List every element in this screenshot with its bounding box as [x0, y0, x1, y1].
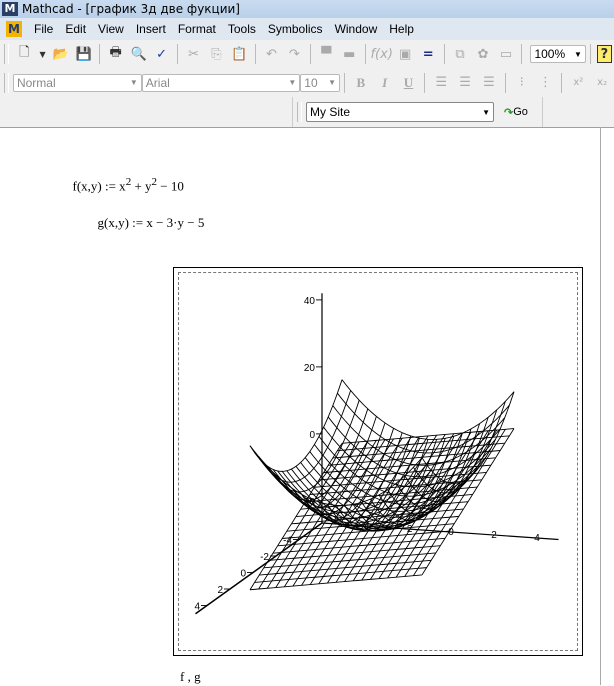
- z-tick-label: -20: [301, 497, 316, 508]
- right-axis-tick-label: -2: [404, 524, 413, 535]
- right-axis-tick-label: 4: [534, 533, 540, 544]
- right-axis-tick-label: 0: [448, 527, 454, 538]
- surface-f-gridline: [258, 390, 352, 483]
- left-axis-tick-label: 0: [240, 569, 246, 580]
- left-axis-tick-label: 4: [194, 602, 200, 613]
- left-axis-tick-label: -4: [283, 536, 292, 547]
- surface-f-gridline: [249, 379, 343, 472]
- surface-chart: 40200-20-4 -2 0 2 4-4-2024: [194, 293, 559, 615]
- surface-g-gridline: [259, 559, 432, 576]
- left-axis: [195, 522, 323, 615]
- right-axis-tick-label: 2: [491, 530, 497, 541]
- surface-g-gridline: [249, 574, 423, 591]
- right-axis: [321, 522, 559, 541]
- surface-g-gridline: [254, 567, 427, 583]
- plot-label[interactable]: f , g: [180, 669, 201, 685]
- left-axis-tick-label: 2: [217, 585, 223, 596]
- z-tick-label: 20: [304, 363, 316, 374]
- surface-g-gridline: [263, 552, 436, 569]
- z-tick-label: 40: [304, 296, 316, 307]
- left-axis-tick-label: -2: [260, 552, 269, 563]
- z-tick-label: 0: [309, 430, 315, 441]
- right-axis-tick-label: -4: [361, 521, 370, 532]
